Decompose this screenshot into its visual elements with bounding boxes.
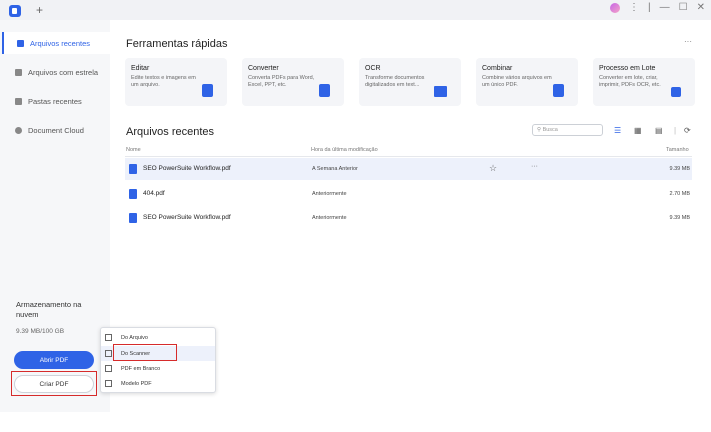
file-date: Anteriormente [312,215,347,221]
title-bar: + ⋮ | — ☐ ✕ [0,0,711,20]
file-size: 9.39 MB [669,215,690,221]
tool-card-batch[interactable]: Processo em Lote Converter em lote, cria… [593,58,695,106]
tool-desc: Converter em lote, criar, imprimir, PDFs… [599,75,661,88]
tool-desc: Converta PDFs para Word, Excel, PPT, etc… [248,75,315,88]
tool-desc: Transforme documentos digitalizados em t… [365,75,425,88]
file-name: SEO PowerSuite Workflow.pdf [143,214,231,221]
pdf-file-icon [129,164,137,174]
grid-view-icon[interactable]: ▦ [634,126,642,135]
tool-desc: Combine vários arquivos em um único PDF. [482,75,552,88]
column-header-size[interactable]: Tamanho [666,147,689,153]
highlight-box [11,371,97,396]
sidebar-item-label: Pastas recentes [28,96,82,106]
star-icon [15,68,22,76]
combine-icon [553,84,564,97]
refresh-icon[interactable]: ⟳ [684,126,691,135]
recent-files-icon [17,39,24,47]
blank-page-icon [105,365,112,372]
tool-card-edit[interactable]: Editar Edite textos e imagens em um arqu… [125,58,227,106]
template-icon [105,380,112,387]
star-icon[interactable]: ☆ [489,163,497,174]
tool-name: Combinar [482,65,513,72]
divider [125,156,692,157]
search-placeholder: Busca [542,127,558,133]
tool-name: Converter [248,65,279,72]
tool-name: OCR [365,65,381,72]
app-logo-icon [9,5,21,17]
table-row[interactable]: SEO PowerSuite Workflow.pdf A Semana Ant… [125,158,692,180]
file-size: 9.39 MB [669,166,690,172]
file-date: Anteriormente [312,191,347,197]
storage-title: Armazenamento na nuvem [16,300,82,319]
ocr-icon [434,86,447,97]
maximize-icon[interactable]: ☐ [679,2,688,13]
scanner-icon [105,350,112,357]
sidebar-item-recent[interactable]: Arquivos recentes [2,32,110,54]
file-name: 404.pdf [143,190,165,197]
tool-card-convert[interactable]: Converter Converta PDFs para Word, Excel… [242,58,344,106]
sidebar-item-folders[interactable]: Pastas recentes [2,90,108,112]
menu-item-template[interactable]: Modelo PDF [101,376,215,391]
batch-icon [671,87,681,97]
avatar[interactable] [610,2,621,13]
menu-item-from-file[interactable]: Do Arquivo [101,330,215,345]
folder-icon [15,97,22,105]
file-name: SEO PowerSuite Workflow.pdf [143,165,231,172]
tool-name: Editar [131,65,150,72]
edit-icon [202,84,213,97]
column-header-date[interactable]: Hora da última modificação [311,147,378,153]
tool-name: Processo em Lote [599,65,656,72]
menu-item-blank-pdf[interactable]: PDF em Branco [101,361,215,376]
sidebar-item-label: Arquivos com estrela [28,67,99,77]
divider: | [648,2,651,13]
column-header-name[interactable]: Nome [126,147,141,153]
file-size: 2.70 MB [669,191,690,197]
cloud-icon [15,126,22,134]
tool-card-combine[interactable]: Combinar Combine vários arquivos em um ú… [476,58,578,106]
sidebar-item-label: Arquivos recentes [30,38,91,48]
list-view-icon[interactable]: ☰ [614,126,621,135]
minimize-icon[interactable]: — [660,2,670,13]
new-tab-button[interactable]: + [36,3,43,17]
tool-desc: Edite textos e imagens em um arquivo. [131,75,196,88]
menu-item-label: PDF em Branco [121,365,161,372]
delete-icon[interactable]: ▤ [655,126,663,135]
sidebar-item-label: Document Cloud [28,125,84,135]
more-options-icon[interactable]: ··· [684,37,692,46]
file-date: A Semana Anterior [312,166,358,172]
close-icon[interactable]: ✕ [697,2,705,13]
table-row[interactable]: 404.pdf Anteriormente 2.70 MB [125,183,692,205]
search-input[interactable]: ⚲ Busca [532,124,603,136]
folder-icon [105,334,112,341]
sidebar-item-starred[interactable]: Arquivos com estrela [2,61,108,83]
menu-dots-icon[interactable]: ⋮ [629,2,639,13]
window-controls: ⋮ | — ☐ ✕ [610,2,705,13]
quick-tools-title: Ferramentas rápidas [126,38,228,50]
tool-card-ocr[interactable]: OCR Transforme documentos digitalizados … [359,58,461,106]
highlight-box [113,344,177,361]
pdf-file-icon [129,213,137,223]
sidebar-item-cloud[interactable]: Document Cloud [2,119,108,141]
convert-icon [319,84,330,97]
open-pdf-button[interactable]: Abrir PDF [14,351,94,369]
divider: | [674,126,677,135]
more-options-icon[interactable]: ··· [531,163,538,170]
recent-files-title: Arquivos recentes [126,126,215,138]
table-row[interactable]: SEO PowerSuite Workflow.pdf Anteriorment… [125,207,692,229]
menu-item-label: Modelo PDF [121,380,152,387]
storage-value: 9.39 MB/100 GB [16,328,65,335]
pdf-file-icon [129,189,137,199]
menu-item-label: Do Arquivo [121,334,148,341]
